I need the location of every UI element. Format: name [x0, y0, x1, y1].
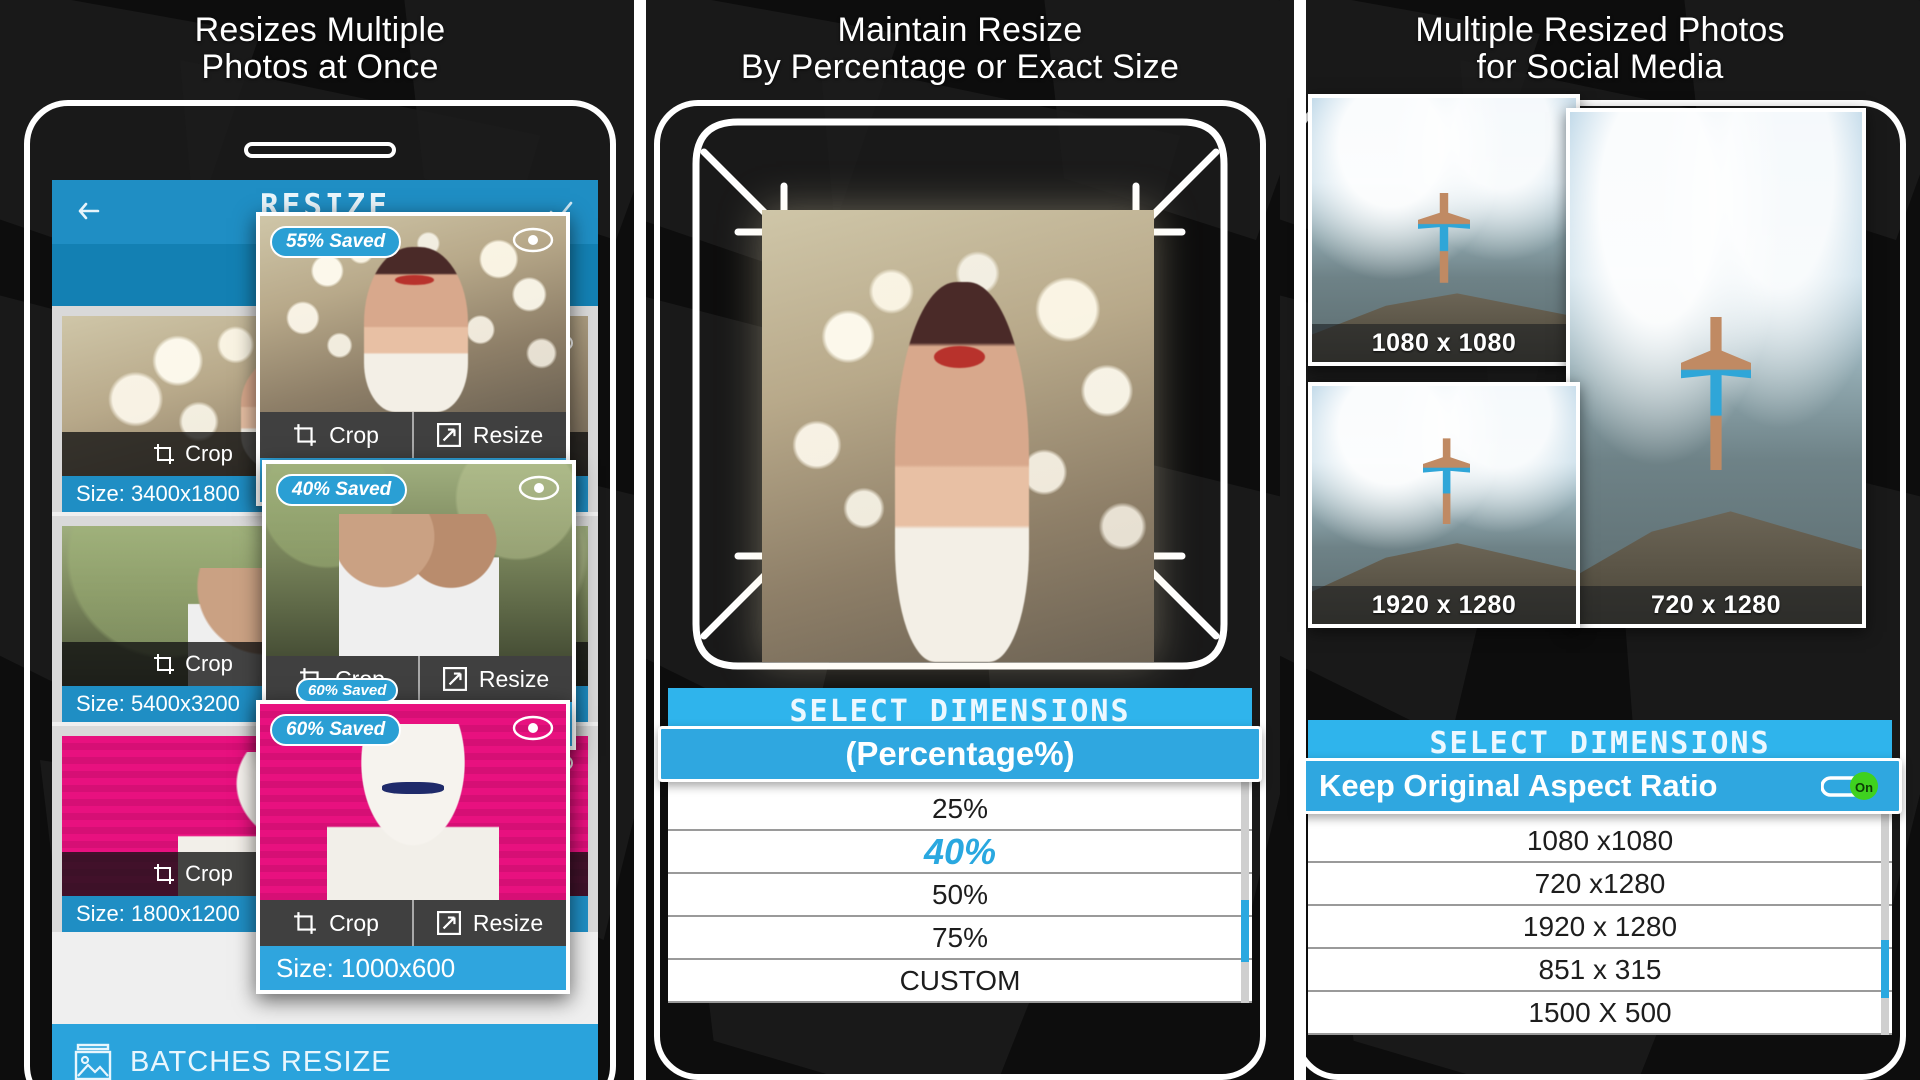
resized-photo[interactable]: 1080 x 1080 [1308, 94, 1580, 366]
crop-icon [294, 424, 316, 446]
dimension-label: 1920 x 1280 [1312, 586, 1576, 624]
picker-scrollbar-thumb[interactable] [1241, 900, 1249, 962]
resize-button[interactable]: Resize [414, 422, 566, 449]
crop-icon [154, 654, 175, 674]
resized-photo[interactable]: 1920 x 1280 [1308, 382, 1580, 628]
crop-icon [154, 444, 175, 464]
picker-option[interactable]: 720 x1280 [1308, 863, 1892, 906]
panel-1-headline: Resizes Multiple Photos at Once [0, 12, 640, 85]
keep-aspect-ratio-row[interactable]: Keep Original Aspect Ratio On [1298, 758, 1902, 814]
panel-3-headline: Multiple Resized Photos for Social Media [1280, 12, 1920, 85]
resize-button[interactable]: Resize [420, 666, 572, 693]
saved-badge: 55% Saved [270, 226, 402, 258]
headline-line-2: for Social Media [1476, 47, 1724, 86]
picker-option[interactable]: 25% [668, 788, 1252, 831]
crop-button[interactable]: Crop [260, 910, 412, 937]
panel-resizes-multiple: Resizes Multiple Photos at Once RESIZE O… [0, 0, 640, 1080]
panel-maintain-resize: Maintain Resize By Percentage or Exact S… [640, 0, 1280, 1080]
picker-option[interactable]: 50% [668, 874, 1252, 917]
picker-option[interactable]: 1920 x 1280 [1308, 906, 1892, 949]
headline-line-2: Photos at Once [201, 47, 439, 86]
resize-label: Resize [472, 909, 544, 936]
saved-badge: 40% Saved [276, 474, 408, 506]
resize-label: Resize [478, 665, 550, 692]
resized-photo-grid: 1080 x 1080 720 x 1280 1920 x 1280 [1308, 94, 1892, 694]
dimension-picker-percentage: SELECT DIMENSIONS (Percentage%) 25% 40% … [658, 688, 1262, 1003]
crop-preview-photo [762, 210, 1154, 662]
headline-line-1: Maintain Resize [837, 11, 1083, 49]
resize-button[interactable]: Resize [414, 910, 566, 937]
picker-option-selected[interactable]: 40% [668, 831, 1252, 874]
crop-label: Crop [185, 441, 233, 466]
keep-aspect-ratio-label: Keep Original Aspect Ratio [1319, 768, 1718, 803]
picker-option[interactable]: 75% [668, 917, 1252, 960]
panel-multiple-resized-photos: Multiple Resized Photos for Social Media… [1280, 0, 1920, 1080]
dimension-label: 720 x 1280 [1570, 586, 1862, 624]
batches-resize-button[interactable]: BATCHES RESIZE [52, 1024, 598, 1080]
expand-arrows-icon [442, 667, 467, 691]
photo-actions: Crop Resize [260, 412, 566, 458]
dimension-picker-exact: SELECT DIMENSIONS Keep Original Aspect R… [1298, 720, 1902, 1035]
crop-label: Crop [329, 909, 379, 936]
photo-thumbnail: 55% Saved [260, 216, 566, 412]
picker-option[interactable]: 1500 X 500 [1308, 992, 1892, 1035]
panel-separator-1 [634, 0, 646, 1080]
crop-button[interactable]: Crop [260, 422, 412, 449]
picker-options-list: 25% 40% 50% 75% CUSTOM [668, 782, 1252, 1003]
headline-line-1: Resizes Multiple [194, 11, 446, 49]
headline-line-2: By Percentage or Exact Size [740, 47, 1180, 86]
panel-2-headline: Maintain Resize By Percentage or Exact S… [640, 12, 1280, 85]
photo-thumbnail: 40% Saved [266, 464, 572, 656]
photo-actions: Crop Resize [260, 900, 566, 946]
picker-option[interactable]: 1080 x1080 [1308, 820, 1892, 863]
eye-icon[interactable] [512, 226, 554, 254]
batches-label: BATCHES RESIZE [130, 1045, 392, 1078]
phone-speaker [244, 142, 396, 158]
eye-icon[interactable] [512, 714, 554, 742]
resized-photo[interactable]: 720 x 1280 [1566, 108, 1866, 628]
picker-selected-mode[interactable]: (Percentage%) [658, 726, 1262, 782]
picker-option[interactable]: CUSTOM [668, 960, 1252, 1003]
picker-options-list: 1080 x1080 720 x1280 1920 x 1280 851 x 3… [1308, 814, 1892, 1035]
eye-icon[interactable] [518, 474, 560, 502]
aspect-ratio-toggle[interactable]: On [1820, 771, 1883, 801]
crop-label: Crop [185, 651, 233, 676]
crop-label: Crop [185, 861, 233, 886]
svg-text:On: On [1855, 780, 1873, 795]
expand-arrows-icon [436, 423, 461, 447]
picker-scrollbar-thumb[interactable] [1881, 940, 1889, 998]
saved-badge: 60% Saved [270, 714, 402, 746]
popup-card[interactable]: 60% Saved Crop Resize Size: 1000x600 [256, 700, 570, 994]
size-label: Size: 1000x600 [260, 946, 566, 990]
screenshot-stage: Resizes Multiple Photos at Once RESIZE O… [0, 0, 1920, 1080]
crop-label: Crop [329, 421, 379, 448]
crop-tool[interactable] [668, 104, 1252, 684]
resize-label: Resize [472, 421, 544, 448]
photo-thumbnail: 60% Saved [260, 704, 566, 900]
panel-separator-2 [1294, 0, 1306, 1080]
headline-line-1: Multiple Resized Photos [1415, 11, 1785, 49]
picker-scrollbar-track[interactable] [1881, 814, 1889, 1035]
picker-scrollbar-track[interactable] [1241, 782, 1249, 1003]
crop-icon [154, 864, 175, 884]
crop-icon [294, 912, 316, 934]
gallery-icon [74, 1043, 112, 1080]
picker-option[interactable]: 851 x 315 [1308, 949, 1892, 992]
saved-badge-small: 60% Saved [296, 678, 399, 703]
expand-arrows-icon [436, 911, 461, 935]
dimension-label: 1080 x 1080 [1312, 324, 1576, 362]
